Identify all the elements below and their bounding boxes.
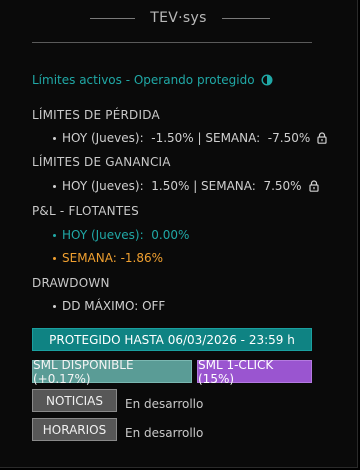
lock-icon xyxy=(317,132,327,144)
bullet xyxy=(53,304,56,308)
shield-icon xyxy=(261,74,273,86)
bullet xyxy=(53,184,56,188)
header-divider xyxy=(32,42,312,43)
drawdown-heading: DRAWDOWN xyxy=(32,276,110,290)
protected-until-bar: PROTEGIDO HASTA 06/03/2026 - 23:59 h xyxy=(32,328,312,351)
drawdown-text: DD MÁXIMO: OFF xyxy=(62,299,166,313)
drawdown-row: DD MÁXIMO: OFF xyxy=(53,299,165,313)
title-rule-left xyxy=(90,18,135,19)
pnl-heading: P&L - FLOTANTES xyxy=(32,204,139,218)
pnl-week-row: SEMANA: -1.86% xyxy=(53,251,163,265)
pnl-week-text: SEMANA: -1.86% xyxy=(62,251,164,265)
bullet xyxy=(53,256,56,260)
gain-limits-text: HOY (Jueves): 1.50% | SEMANA: 7.50% xyxy=(62,179,302,193)
pnl-today-text: HOY (Jueves): 0.00% xyxy=(62,228,190,242)
tevsys-panel: TEV·sys Límites activos - Operando prote… xyxy=(0,0,358,468)
schedules-status: En desarrollo xyxy=(125,426,204,440)
news-button[interactable]: NOTICIAS xyxy=(32,389,117,412)
lock-icon xyxy=(308,180,319,192)
loss-limits-row: HOY (Jueves): -1.50% | SEMANA: -7.50% xyxy=(53,131,327,145)
sml-available-button[interactable]: SML DISPONIBLE (+0.17%) xyxy=(32,358,192,386)
pnl-today-row: HOY (Jueves): 0.00% xyxy=(53,228,189,242)
sml-one-click-button[interactable]: SML 1-CLICK (15%) xyxy=(197,358,312,386)
panel-title: TEV·sys xyxy=(150,10,207,26)
loss-limits-heading: LÍMITES DE PÉRDIDA xyxy=(32,108,160,122)
schedules-button[interactable]: HORARIOS xyxy=(32,418,117,441)
bullet xyxy=(53,136,56,140)
protection-status: Límites activos - Operando protegido xyxy=(32,73,273,87)
title-rule-right xyxy=(222,18,270,19)
gain-limits-row: HOY (Jueves): 1.50% | SEMANA: 7.50% xyxy=(53,179,319,193)
news-status: En desarrollo xyxy=(125,397,204,411)
protection-status-text: Límites activos - Operando protegido xyxy=(32,73,255,87)
gain-limits-heading: LÍMITES DE GANANCIA xyxy=(32,155,171,169)
loss-limits-text: HOY (Jueves): -1.50% | SEMANA: -7.50% xyxy=(62,131,311,145)
bullet xyxy=(53,233,56,237)
